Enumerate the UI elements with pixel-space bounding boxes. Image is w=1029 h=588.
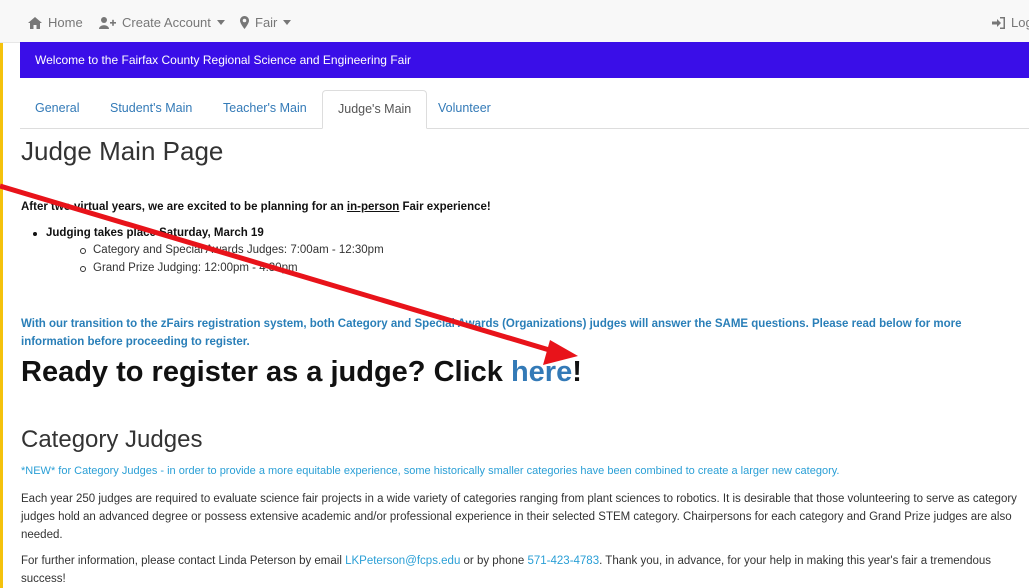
- nav-create-account-dropdown[interactable]: Create Account: [99, 15, 225, 30]
- tab-volunteer[interactable]: Volunteer: [423, 90, 506, 127]
- sign-in-icon: [992, 16, 1005, 29]
- schedule-item-grand-prize: Grand Prize Judging: 12:00pm - 4:30pm: [80, 262, 298, 274]
- register-here-link[interactable]: here: [511, 356, 572, 388]
- intro-text: After two virtual years, we are excited …: [21, 201, 491, 213]
- judging-date-bullet: Judging takes place Saturday, March 19: [33, 227, 264, 239]
- page-title: Judge Main Page: [21, 136, 224, 166]
- schedule-item-category: Category and Special Awards Judges: 7:00…: [80, 244, 384, 256]
- contact-email-link[interactable]: LKPeterson@fcps.edu: [345, 555, 460, 567]
- contact-text: or by phone: [460, 555, 528, 567]
- intro-underlined-text: in-person: [346, 201, 400, 213]
- caret-down-icon: [216, 20, 225, 25]
- nav-login-label: Log: [1011, 15, 1029, 30]
- nav-login-link[interactable]: Log: [992, 15, 1029, 30]
- tab-judges-main[interactable]: Judge's Main: [322, 90, 428, 129]
- tab-general[interactable]: General: [20, 90, 94, 127]
- contact-phone-link[interactable]: 571-423-4783: [527, 555, 599, 567]
- intro-text-part: After two virtual years, we are excited …: [21, 201, 347, 213]
- map-marker-icon: [240, 16, 249, 29]
- category-judges-heading: Category Judges: [21, 426, 203, 453]
- zfairs-transition-notice: With our transition to the zFairs regist…: [21, 318, 962, 348]
- nav-create-account-label: Create Account: [122, 15, 211, 30]
- nav-fair-dropdown[interactable]: Fair: [240, 15, 292, 30]
- home-icon: [28, 16, 42, 29]
- left-accent-bar: [0, 0, 3, 588]
- top-navbar: Home Create Account Fair Log: [0, 0, 1029, 43]
- category-new-note: *NEW* for Category Judges - in order to …: [21, 465, 840, 477]
- tab-students-main[interactable]: Student's Main: [95, 90, 207, 127]
- tab-teachers-main[interactable]: Teacher's Main: [208, 90, 322, 127]
- nav-home-link[interactable]: Home: [28, 15, 83, 30]
- category-description: Each year 250 judges are required to eva…: [21, 493, 1017, 541]
- register-heading-text: !: [572, 356, 582, 388]
- contact-paragraph: For further information, please contact …: [21, 552, 1024, 588]
- register-heading-text: Ready to register as a judge? Click: [21, 356, 511, 388]
- nav-home-label: Home: [48, 15, 83, 30]
- main-tabs: General Student's Main Teacher's Main Ju…: [20, 90, 1029, 129]
- caret-down-icon: [283, 20, 292, 25]
- register-heading: Ready to register as a judge? Click here…: [21, 356, 582, 389]
- contact-text: For further information, please contact …: [21, 555, 346, 567]
- intro-text-part: Fair experience!: [399, 201, 491, 213]
- add-user-icon: [99, 16, 116, 29]
- nav-fair-label: Fair: [255, 15, 278, 30]
- welcome-banner-text: Welcome to the Fairfax County Regional S…: [35, 53, 411, 67]
- welcome-banner: Welcome to the Fairfax County Regional S…: [20, 42, 1029, 78]
